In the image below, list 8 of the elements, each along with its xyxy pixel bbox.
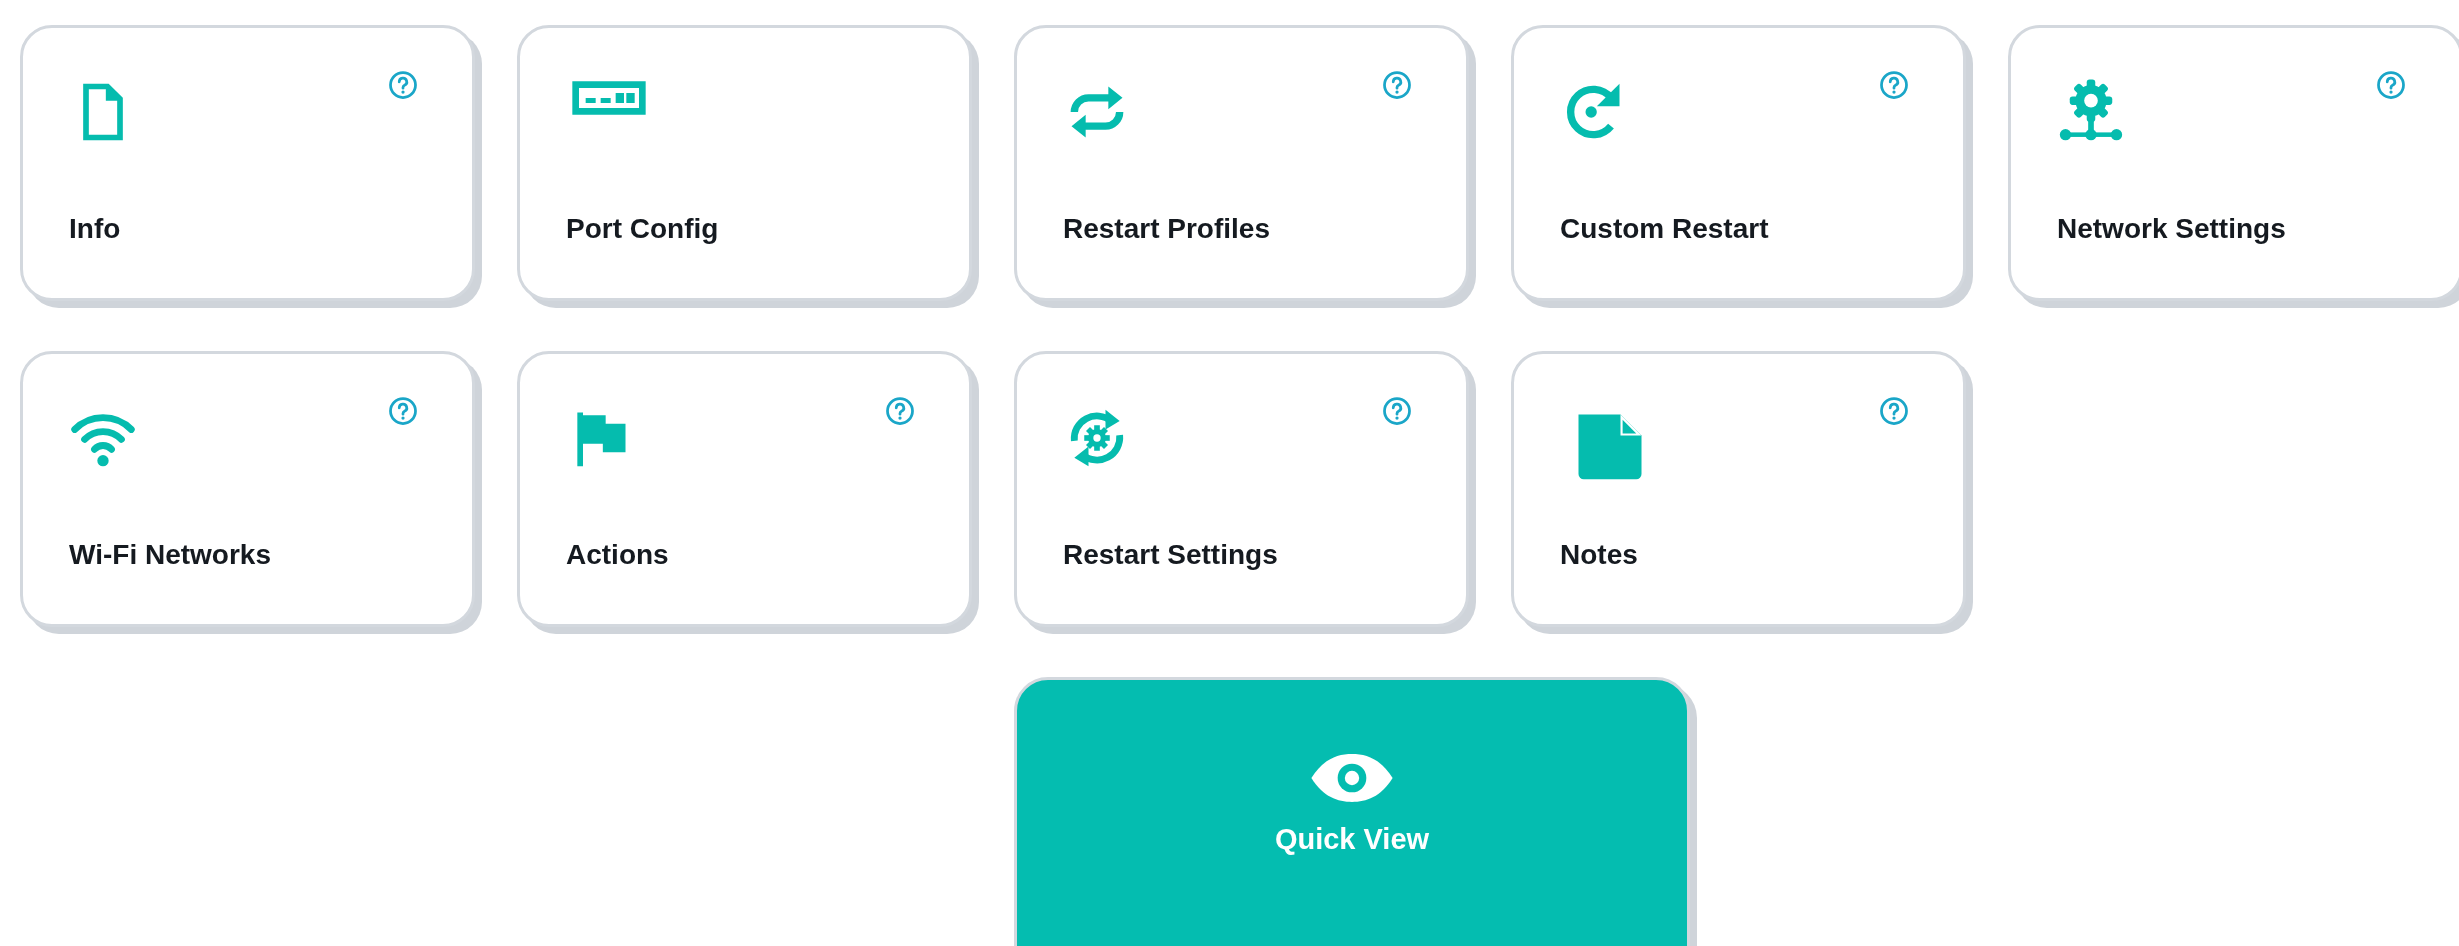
help-icon[interactable] xyxy=(1382,70,1412,100)
help-icon[interactable] xyxy=(1382,396,1412,426)
help-icon[interactable] xyxy=(885,396,915,426)
help-icon[interactable] xyxy=(388,396,418,426)
help-icon[interactable] xyxy=(388,70,418,100)
help-icon[interactable] xyxy=(1879,70,1909,100)
help-icon[interactable] xyxy=(2376,70,2406,100)
help-icon[interactable] xyxy=(1879,396,1909,426)
